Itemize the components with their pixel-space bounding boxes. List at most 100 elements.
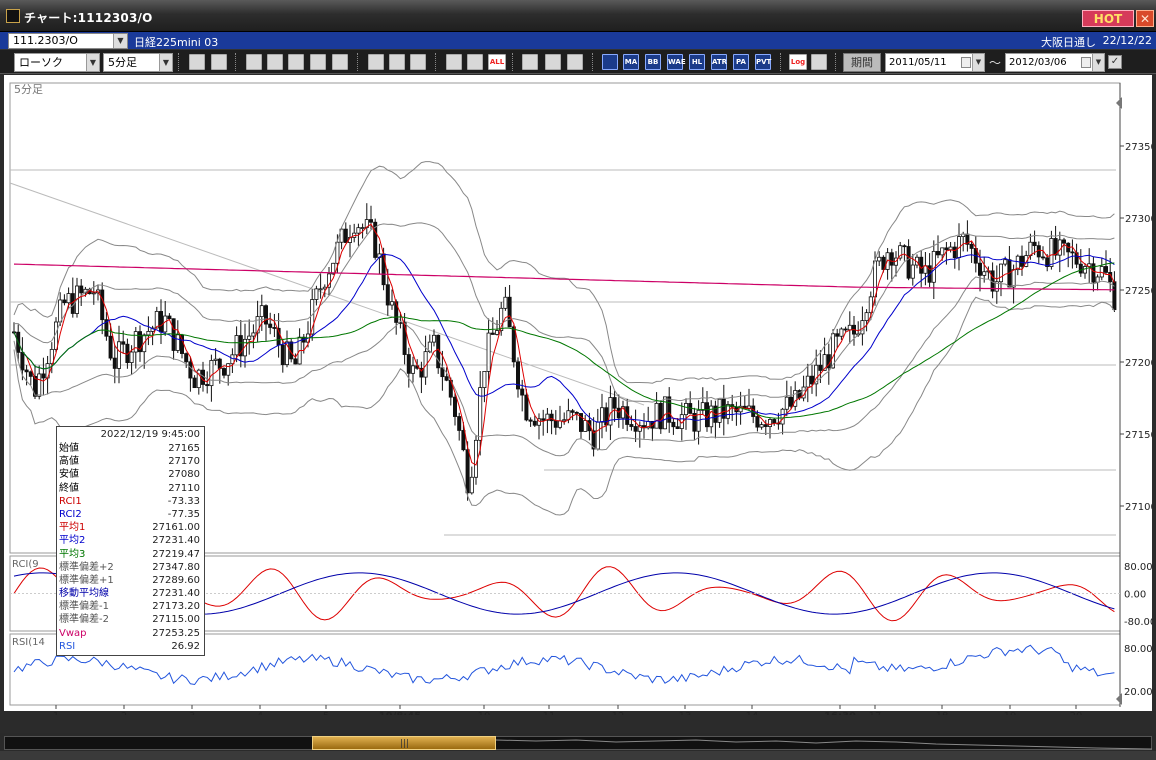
current-date: 22/12/22 — [1102, 34, 1152, 47]
grid-icon[interactable] — [602, 54, 618, 70]
data-window-row: 始値 27165 — [59, 442, 202, 455]
candle-body — [524, 394, 529, 421]
candle-icon[interactable] — [310, 54, 326, 70]
close-button[interactable]: ✕ — [1136, 10, 1154, 27]
candle-body — [91, 292, 96, 295]
pane-interval-label: 5分足 — [14, 83, 43, 96]
candle-body — [213, 358, 218, 361]
hot-button[interactable]: HOT — [1082, 10, 1134, 27]
bar-chart-icon[interactable] — [288, 54, 304, 70]
candle-body — [360, 227, 365, 229]
log-button[interactable]: Log — [789, 54, 807, 70]
chevron-down-icon[interactable]: ▼ — [86, 54, 99, 71]
candle-body — [847, 324, 852, 331]
candle-body — [410, 365, 415, 374]
wae-button[interactable]: WAE — [667, 54, 686, 70]
app-icon — [6, 9, 20, 23]
data-window-label: RSI — [59, 640, 76, 652]
toolbar-separator — [592, 53, 594, 71]
chart-type-select[interactable]: ローソク ▼ — [14, 53, 100, 72]
hl-button[interactable]: HL — [689, 54, 705, 70]
candle-body — [843, 328, 848, 331]
candle-body — [549, 413, 554, 422]
rsi-axis-label: 20.00 — [1124, 687, 1152, 698]
undo-icon[interactable] — [410, 54, 426, 70]
shrink-icon[interactable] — [446, 54, 462, 70]
candle-body — [444, 376, 449, 381]
data-window-value: 27289.60 — [152, 574, 200, 586]
data-window-label: 標準偏差+2 — [59, 561, 114, 573]
bb-button[interactable]: BB — [645, 54, 661, 70]
chart-area[interactable]: 5分足 RCI(9 RSI(14 27350 27300 27250 27200 27150 2… — [0, 75, 1156, 715]
chevron-down-icon[interactable]: ▼ — [972, 54, 984, 71]
x-axis-label: 12 — [612, 711, 625, 715]
candle-body — [465, 449, 470, 494]
calendar-icon[interactable] — [1081, 57, 1091, 68]
candle-body — [389, 301, 394, 306]
calendar-icon[interactable] — [961, 57, 971, 68]
x-axis-label: 17 — [869, 711, 882, 715]
candle-body — [121, 341, 126, 345]
expand-icon[interactable] — [467, 54, 483, 70]
price-axis-label: 27100 — [1125, 502, 1152, 513]
data-window-row: 平均2 27231.40 — [59, 534, 202, 547]
data-window-row: RCI1 -73.33 — [59, 495, 202, 508]
candle-body — [24, 369, 29, 373]
chevron-down-icon[interactable]: ▼ — [113, 34, 127, 48]
period-button[interactable]: 期間 — [843, 53, 881, 72]
symbol-select[interactable]: 111.2303/O ▼ — [8, 33, 128, 49]
candle-body — [79, 285, 84, 294]
candle-body — [1095, 276, 1100, 283]
palette-icon[interactable] — [567, 54, 583, 70]
candle-body — [654, 402, 659, 429]
candle-body — [717, 398, 722, 423]
candle-body — [999, 263, 1004, 283]
candle-body — [234, 335, 239, 356]
date-range-separator: 〜 — [989, 56, 1002, 70]
ma-button[interactable]: MA — [623, 54, 639, 70]
data-window-row: 終値 27110 — [59, 482, 202, 495]
pvt-button[interactable]: PVT — [755, 54, 771, 70]
chevron-down-icon[interactable]: ▼ — [159, 54, 172, 71]
memo-icon[interactable] — [332, 54, 348, 70]
period-checkbox[interactable]: ✓ — [1108, 55, 1122, 69]
candle-body — [272, 327, 277, 329]
data-window-label: 平均1 — [59, 522, 86, 534]
data-window-label: RCI1 — [59, 495, 82, 507]
crosshair-icon[interactable] — [211, 54, 227, 70]
candle-body — [936, 250, 941, 256]
rsi-axis-label: 80.00 — [1124, 644, 1152, 655]
candle-body — [41, 373, 46, 379]
candle-body — [520, 388, 525, 396]
data-window-label: RCI2 — [59, 508, 82, 520]
candle-body — [482, 370, 487, 389]
candle-body — [558, 420, 563, 428]
brush-icon[interactable] — [545, 54, 561, 70]
candle-body — [789, 396, 794, 407]
candle-body — [705, 402, 710, 428]
date-from-field[interactable]: 2011/05/11 ▼ — [885, 53, 985, 72]
pa-button[interactable]: PA — [733, 54, 749, 70]
all-button[interactable]: ALL — [488, 54, 506, 70]
data-window-value: 27161.00 — [152, 522, 200, 534]
date-to-field[interactable]: 2012/03/06 ▼ — [1005, 53, 1105, 72]
candle-body — [978, 262, 983, 276]
pointer-icon[interactable] — [389, 54, 405, 70]
zoom-chart-icon[interactable] — [267, 54, 283, 70]
pencil-icon[interactable] — [368, 54, 384, 70]
candle-body — [763, 424, 768, 427]
atr-button[interactable]: ATR — [711, 54, 727, 70]
date-to-value: 2012/03/06 — [1009, 57, 1067, 68]
tools-icon[interactable] — [522, 54, 538, 70]
data-window-row: RCI2 -77.35 — [59, 508, 202, 521]
chevron-down-icon[interactable]: ▼ — [1092, 54, 1104, 71]
data-window-value: 27115.00 — [152, 614, 200, 626]
x-axis-label: 2 — [121, 711, 127, 715]
candle-body — [259, 305, 264, 318]
candle-body — [473, 439, 478, 478]
zoom-icon[interactable] — [189, 54, 205, 70]
interval-select[interactable]: 5分足 ▼ — [103, 53, 173, 72]
data-window-row: 高値 27170 — [59, 455, 202, 468]
trend-down-icon[interactable] — [246, 54, 262, 70]
export-icon[interactable] — [811, 54, 827, 70]
